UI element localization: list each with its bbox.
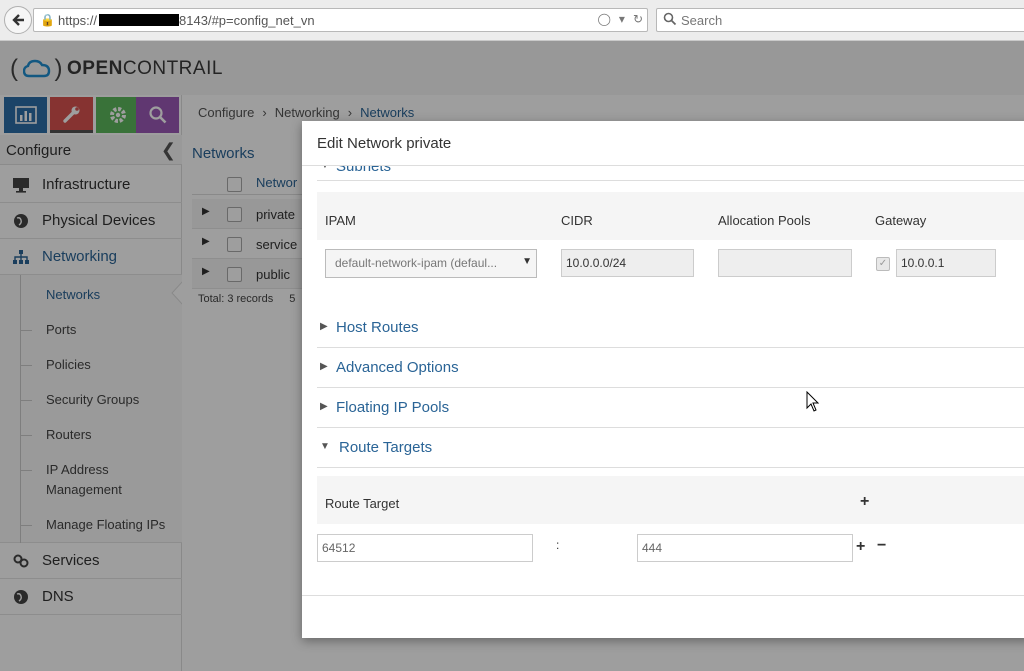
column-header-allocation-pools: Allocation Pools — [718, 213, 811, 228]
lock-icon: 🔒 — [40, 13, 55, 27]
modal-footer-divider — [302, 595, 1024, 596]
reload-icon[interactable]: ↻ — [633, 12, 643, 26]
arrow-left-icon — [12, 14, 24, 26]
route-target-header-band — [317, 476, 1024, 524]
cidr-field[interactable]: 10.0.0.0/24 — [561, 249, 694, 277]
browser-toolbar: 🔒 https://8143/#p=config_net_vn ◯ ▾ ↻ Se… — [0, 0, 1024, 41]
section-label: Floating IP Pools — [336, 399, 450, 416]
column-header-cidr: CIDR — [561, 213, 593, 228]
add-route-target-icon[interactable]: + — [860, 493, 869, 511]
caret-right-icon: ▶ — [320, 361, 328, 372]
route-target-separator: : — [556, 538, 560, 552]
address-bar[interactable]: 🔒 https://8143/#p=config_net_vn ◯ ▾ ↻ — [33, 8, 648, 32]
dropdown-icon[interactable]: ▾ — [619, 12, 625, 26]
redacted-host — [99, 14, 180, 26]
column-header-route-target: Route Target — [325, 496, 400, 511]
column-header-gateway: Gateway — [875, 213, 927, 228]
url-text: https://8143/#p=config_net_vn — [58, 13, 315, 28]
column-header-ipam: IPAM — [325, 213, 356, 228]
back-button[interactable] — [4, 6, 32, 34]
route-target-asn-field[interactable]: 64512 — [317, 534, 533, 562]
section-label: Route Targets — [339, 439, 433, 456]
search-placeholder: Search — [681, 13, 723, 28]
caret-right-icon: ▶ — [320, 401, 328, 412]
section-label: Host Routes — [336, 319, 419, 336]
gateway-checkbox[interactable]: ✓ — [876, 257, 890, 271]
caret-right-icon: ▶ — [320, 321, 328, 332]
url-actions: ◯ ▾ ↻ — [597, 12, 643, 26]
section-label: Subnets — [336, 158, 392, 175]
chevron-down-icon: ▼ — [522, 256, 532, 267]
section-label: Advanced Options — [336, 359, 459, 376]
modal-title: Edit Network private — [317, 135, 452, 152]
modal-divider — [302, 165, 1024, 166]
add-row-icon[interactable]: + — [856, 538, 865, 556]
edit-network-modal: Edit Network private ▼ Subnets IPAM CIDR… — [302, 121, 1024, 638]
mouse-cursor-icon — [806, 391, 820, 412]
section-advanced-options[interactable]: ▶ Advanced Options — [317, 348, 1024, 388]
route-target-value-field[interactable]: 444 — [637, 534, 853, 562]
caret-down-icon: ▼ — [320, 441, 330, 452]
gateway-field[interactable]: 10.0.0.1 — [896, 249, 996, 277]
search-input[interactable]: Search — [656, 8, 1024, 32]
pocket-icon[interactable]: ◯ — [597, 12, 610, 26]
allocation-pools-field[interactable] — [718, 249, 852, 277]
section-floating-ip-pools[interactable]: ▶ Floating IP Pools — [317, 388, 1024, 428]
ipam-select[interactable]: default-network-ipam (defaul... ▼ — [325, 249, 537, 278]
remove-row-icon[interactable]: − — [877, 537, 886, 555]
section-host-routes[interactable]: ▶ Host Routes — [317, 308, 1024, 348]
section-route-targets[interactable]: ▼ Route Targets — [317, 428, 1024, 468]
search-icon — [663, 12, 677, 26]
